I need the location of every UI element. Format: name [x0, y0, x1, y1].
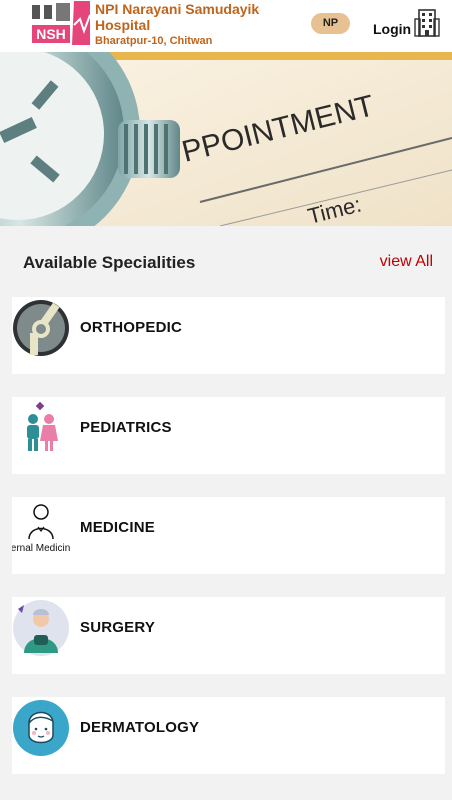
medicine-icon-caption: ternal Medicin	[12, 543, 70, 554]
specialities-title: Available Specialities	[23, 253, 196, 272]
surgeon-icon	[13, 600, 69, 656]
speciality-card-dermatology[interactable]: DERMATOLOGY	[12, 697, 445, 774]
internal-medicine-icon: ternal Medicin	[12, 499, 70, 557]
building-icon[interactable]	[414, 9, 440, 37]
speciality-label: PEDIATRICS	[80, 419, 172, 436]
children-icon	[27, 401, 58, 451]
login-button[interactable]: Login	[373, 21, 411, 37]
speciality-card-medicine[interactable]: ternal Medicin MEDICINE	[12, 497, 445, 574]
speciality-label: ORTHOPEDIC	[80, 319, 183, 336]
hospital-address: Bharatpur-10, Chitwan	[95, 35, 213, 47]
speciality-label: DERMATOLOGY	[80, 719, 200, 736]
language-toggle-button[interactable]: NP	[311, 13, 350, 34]
knee-joint-icon	[13, 300, 69, 356]
face-skin-icon	[13, 700, 69, 756]
banner-image: PPOINTMENT Time:	[0, 52, 452, 226]
view-all-link[interactable]: view All	[380, 253, 433, 271]
speciality-card-surgery[interactable]: SURGERY	[12, 597, 445, 674]
speciality-card-orthopedic[interactable]: ORTHOPEDIC	[12, 297, 445, 374]
speciality-label: SURGERY	[80, 619, 156, 636]
speciality-label: MEDICINE	[80, 519, 155, 536]
app-header: NSH NPI Narayani Samudayik Hospital Bhar…	[0, 0, 452, 52]
hospital-logo-icon: NSH	[30, 1, 90, 45]
appointment-banner: PPOINTMENT Time:	[0, 52, 452, 226]
logo-text: NSH	[36, 26, 66, 42]
hospital-name: NPI Narayani Samudayik Hospital	[95, 1, 260, 33]
speciality-card-pediatrics[interactable]: PEDIATRICS	[12, 397, 445, 474]
